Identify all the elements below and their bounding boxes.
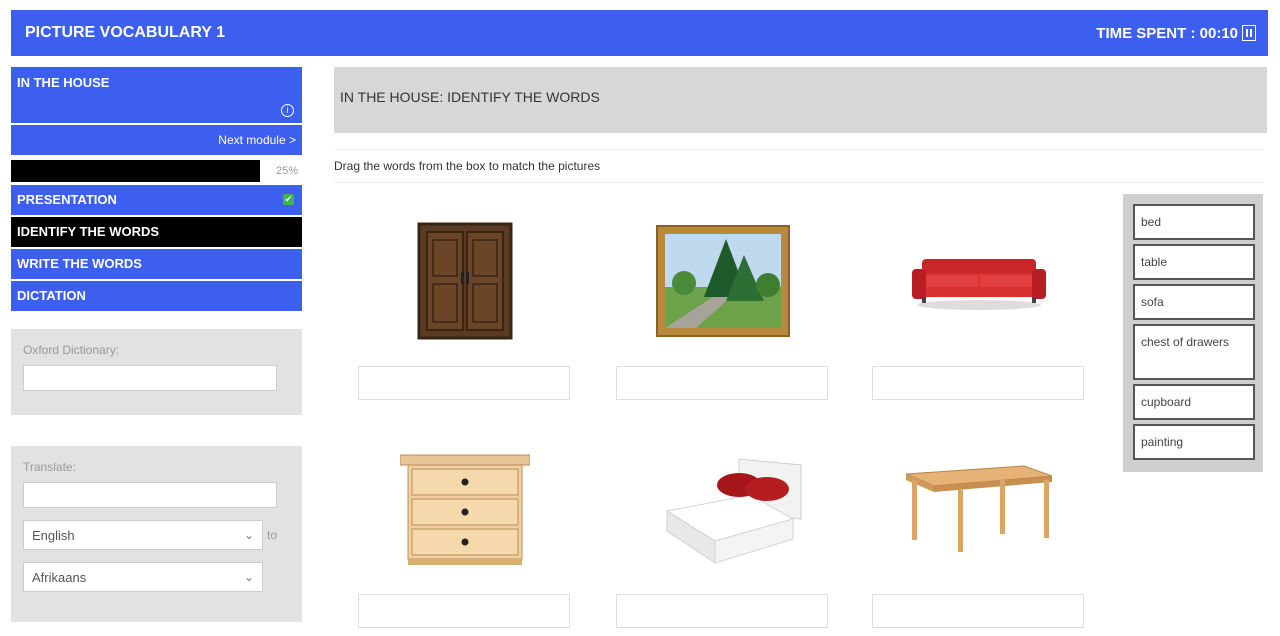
module-title-box: IN THE HOUSE i [11,67,302,123]
info-icon[interactable]: i [281,104,294,117]
nav-item-identify-the-words[interactable]: IDENTIFY THE WORDS [11,217,302,247]
sofa-image [872,206,1086,356]
painting-image [616,206,830,356]
answer-drop-box[interactable] [358,366,570,400]
from-language-row: English ⌄ to [23,520,290,550]
translate-label: Translate: [23,460,76,474]
nav-item-write-the-words[interactable]: WRITE THE WORDS [11,249,302,279]
answer-drop-box[interactable] [616,366,828,400]
dictionary-input[interactable] [23,365,277,391]
chest-of-drawers-image [358,434,572,584]
nav-item-dictation[interactable]: DICTATION [11,281,302,311]
progress-bar [11,160,260,182]
bed-image [616,434,830,584]
word-tile[interactable]: painting [1133,424,1255,460]
to-language-value: Afrikaans [32,569,87,585]
answer-drop-box[interactable] [872,366,1084,400]
nav-item-presentation[interactable]: PRESENTATION ✔ [11,185,302,215]
picture-item [358,206,572,400]
picture-item [872,434,1086,628]
to-language-row: Afrikaans ⌄ [23,562,290,592]
next-module-button[interactable]: Next module > [11,125,302,155]
progress-percent: 25% [275,165,298,177]
picture-item [872,206,1086,400]
exercise-title: IN THE HOUSE: IDENTIFY THE WORDS [340,89,600,105]
progress-row: 25% [11,159,302,183]
to-language-select[interactable]: Afrikaans ⌄ [23,562,263,592]
nav-item-label: PRESENTATION [17,192,117,207]
answer-drop-box[interactable] [872,594,1084,628]
table-image [872,434,1086,584]
dictionary-label: Oxford Dictionary: [23,343,120,357]
time-spent-label: TIME SPENT : 00:10 [1096,24,1238,42]
picture-item [358,434,572,628]
word-tile[interactable]: table [1133,244,1255,280]
cupboard-image [358,206,572,356]
to-label: to [267,528,278,542]
translate-input[interactable] [23,482,277,508]
answer-drop-box[interactable] [616,594,828,628]
sidebar: IN THE HOUSE i Next module > 25% PRESENT… [11,67,302,311]
nav-item-label: IDENTIFY THE WORDS [17,224,160,239]
picture-item [616,206,830,400]
from-language-value: English [32,527,75,543]
pause-icon[interactable] [1242,25,1256,41]
word-tile[interactable]: sofa [1133,284,1255,320]
word-bank: bed table sofa chest of drawers cupboard… [1123,194,1263,472]
chevron-down-icon: ⌄ [243,528,254,542]
exercise-header: IN THE HOUSE: IDENTIFY THE WORDS [334,67,1267,133]
dictionary-panel: Oxford Dictionary: [11,329,302,415]
translate-panel: Translate: English ⌄ to Afrikaans ⌄ [11,446,302,622]
module-title: IN THE HOUSE [17,75,110,90]
picture-item [616,434,830,628]
word-tile[interactable]: cupboard [1133,384,1255,420]
nav-item-label: DICTATION [17,288,86,303]
page-title: PICTURE VOCABULARY 1 [25,24,226,41]
top-bar: PICTURE VOCABULARY 1 TIME SPENT : 00:10 [11,10,1268,56]
from-language-select[interactable]: English ⌄ [23,520,263,550]
nav-item-label: WRITE THE WORDS [17,256,142,271]
instruction-text: Drag the words from the box to match the… [334,149,1264,183]
check-icon: ✔ [283,194,294,205]
time-spent: TIME SPENT : 00:10 [1096,25,1256,42]
word-tile[interactable]: bed [1133,204,1255,240]
word-tile[interactable]: chest of drawers [1133,324,1255,380]
chevron-down-icon: ⌄ [243,570,254,584]
answer-drop-box[interactable] [358,594,570,628]
